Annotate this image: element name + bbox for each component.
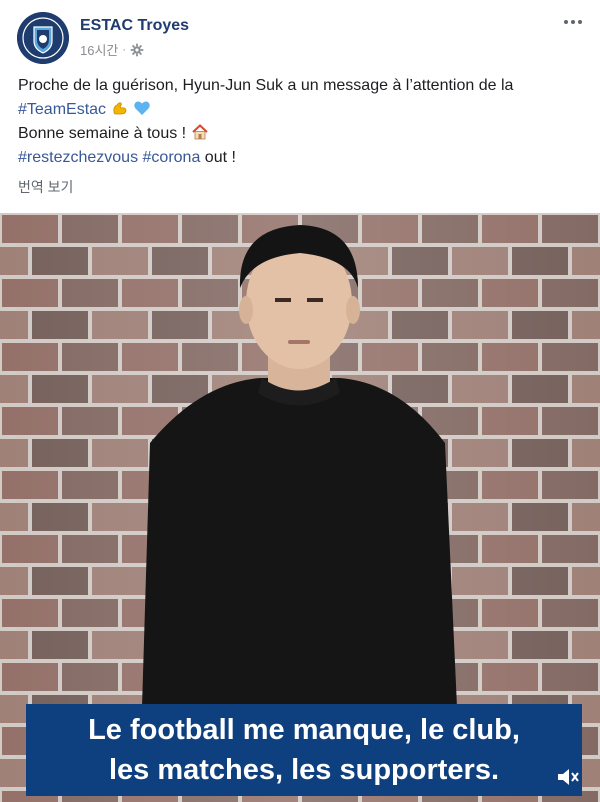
house-emoji-icon bbox=[191, 124, 208, 140]
volume-muted-icon[interactable] bbox=[556, 766, 580, 788]
meta-separator: · bbox=[122, 43, 127, 56]
post-meta: 16시간 · bbox=[80, 40, 144, 59]
post-line-3: Bonne semaine à tous ! bbox=[18, 122, 588, 146]
page-avatar[interactable] bbox=[17, 12, 69, 64]
hashtag-teamestac[interactable]: #TeamEstac bbox=[18, 101, 106, 118]
more-dots-icon[interactable] bbox=[560, 12, 586, 32]
post-line-2: #TeamEstac bbox=[18, 98, 588, 122]
page-name-link[interactable]: ESTAC Troyes bbox=[80, 17, 189, 35]
subtitle-line-1: Le football me manque, le club, bbox=[88, 714, 520, 746]
heart-emoji-icon bbox=[134, 101, 150, 115]
post-line-4-text: out ! bbox=[204, 149, 236, 166]
see-translation-link[interactable]: 번역 보기 bbox=[18, 177, 73, 197]
hashtag-restezchezvous[interactable]: #restezchezvous bbox=[18, 149, 138, 166]
post-line-4: #restezchezvous #corona out ! bbox=[18, 146, 588, 170]
post-line-1: Proche de la guérison, Hyun-Jun Suk a un… bbox=[18, 77, 514, 94]
post-header: ESTAC Troyes 16시간 · bbox=[0, 0, 600, 70]
muscle-emoji-icon bbox=[112, 102, 126, 115]
video-subtitle: Le football me manque, le club, les matc… bbox=[26, 704, 582, 796]
facebook-post: ESTAC Troyes 16시간 · Proche de la guériso… bbox=[0, 0, 600, 802]
estac-logo-icon bbox=[17, 12, 69, 64]
post-timestamp[interactable]: 16시간 bbox=[80, 40, 118, 59]
gear-icon bbox=[130, 43, 144, 56]
video-player[interactable]: Le football me manque, le club, les matc… bbox=[0, 213, 600, 802]
subtitle-line-2: les matches, les supporters. bbox=[108, 754, 500, 786]
post-text: Proche de la guérison, Hyun-Jun Suk a un… bbox=[18, 74, 588, 170]
post-line-3-text: Bonne semaine à tous ! bbox=[18, 125, 187, 142]
hashtag-corona[interactable]: #corona bbox=[143, 149, 201, 166]
